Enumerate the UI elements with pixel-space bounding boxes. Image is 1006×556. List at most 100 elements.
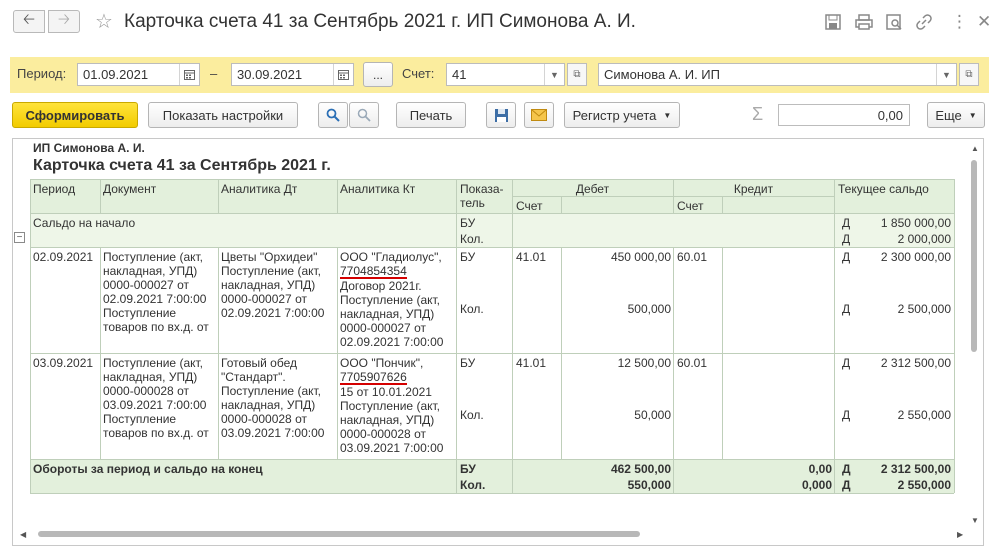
- balance-value: 2 312 500,00: [880, 356, 951, 370]
- sum-icon: Σ: [752, 104, 764, 124]
- indicator: Кол.: [460, 408, 484, 422]
- credit-account: 60.01: [677, 250, 708, 264]
- register-dropdown-button[interactable]: Регистр учета ▼: [564, 102, 680, 128]
- balance-side: Д: [842, 250, 851, 264]
- debit-quantity: 50,000: [634, 408, 671, 422]
- date-to-field[interactable]: 30.09.2021: [231, 63, 354, 86]
- print-button[interactable]: Печать: [396, 102, 466, 128]
- floppy-disk-icon: [494, 108, 508, 122]
- organization-field[interactable]: Симонова А. И. ИП ▼: [598, 63, 957, 86]
- scroll-left-arrow-icon[interactable]: ◀: [20, 530, 26, 539]
- more-button[interactable]: Еще ▼: [927, 102, 985, 128]
- search-clear-icon: [357, 108, 371, 122]
- scroll-down-arrow-icon[interactable]: ▼: [971, 516, 979, 525]
- vertical-scrollbar[interactable]: [971, 160, 977, 352]
- open-account-button[interactable]: ⧉: [567, 63, 587, 86]
- balance-value: 2 550,000: [897, 408, 951, 422]
- indicator: БУ: [460, 250, 476, 264]
- star-icon[interactable]: ☆: [95, 9, 113, 34]
- indicator: БУ: [460, 462, 476, 476]
- horizontal-scrollbar[interactable]: [38, 531, 640, 537]
- save-report-button[interactable]: [486, 102, 516, 128]
- header-period: Период: [33, 182, 76, 196]
- preview-icon[interactable]: [885, 13, 903, 31]
- balance-side: Д: [842, 302, 851, 316]
- send-email-button[interactable]: [524, 102, 554, 128]
- row-document[interactable]: Поступление (акт, накладная, УПД) 0000-0…: [103, 250, 216, 334]
- search-button[interactable]: [318, 102, 348, 128]
- chevron-down-icon: ▼: [968, 110, 977, 120]
- indicator: БУ: [460, 216, 476, 230]
- debit-amount: 12 500,00: [617, 356, 671, 370]
- totals-label: Обороты за период и сальдо на конец: [33, 462, 263, 476]
- generate-button[interactable]: Сформировать: [12, 102, 138, 128]
- period-select-button[interactable]: ...: [363, 62, 393, 87]
- opening-balance-label: Сальдо на начало: [33, 216, 136, 230]
- row-date: 03.09.2021: [33, 356, 94, 370]
- balance-value: 2 300 000,00: [880, 250, 951, 264]
- calendar-icon[interactable]: [179, 64, 199, 85]
- debit-total-amount: 462 500,00: [610, 462, 671, 476]
- balance-value: 2 550,000: [897, 478, 951, 492]
- balance-value: 1 850 000,00: [880, 216, 951, 230]
- balance-side: Д: [842, 232, 851, 246]
- collapse-group-icon[interactable]: −: [14, 232, 25, 243]
- chevron-down-icon: ▼: [663, 110, 672, 120]
- calendar-icon[interactable]: [333, 64, 353, 85]
- envelope-icon: [531, 109, 547, 121]
- row-analytics-dt[interactable]: Готовый обед "Стандарт". Поступление (ак…: [221, 356, 334, 440]
- scroll-right-arrow-icon[interactable]: ▶: [957, 530, 963, 539]
- arrow-right-icon: 🡢: [57, 11, 71, 28]
- date-from-field[interactable]: 01.09.2021: [77, 63, 200, 86]
- row-analytics-dt[interactable]: Цветы "Орхидеи" Поступление (акт, наклад…: [221, 250, 334, 320]
- opening-balance-row: [30, 213, 954, 247]
- search-icon: [326, 108, 340, 122]
- debit-amount: 450 000,00: [610, 250, 671, 264]
- forward-button[interactable]: 🡢: [48, 10, 80, 33]
- debit-quantity: 500,000: [627, 302, 671, 316]
- row-analytics-kt[interactable]: ООО "Гладиолус", 7704854354 Договор 2021…: [340, 250, 454, 349]
- indicator: Кол.: [460, 478, 486, 492]
- indicator: Кол.: [460, 302, 484, 316]
- header-indicator: Показа- тель: [460, 182, 504, 210]
- account-field[interactable]: 41 ▼: [446, 63, 565, 86]
- header-credit-account: Счет: [677, 199, 704, 213]
- back-button[interactable]: 🡠: [13, 10, 45, 33]
- report-organization: ИП Симонова А. И.: [33, 141, 145, 155]
- debit-account: 41.01: [516, 250, 547, 264]
- row-document[interactable]: Поступление (акт, накладная, УПД) 0000-0…: [103, 356, 216, 440]
- close-icon[interactable]: ✕: [977, 12, 991, 32]
- credit-total-amount: 0,00: [808, 462, 832, 476]
- date-dash: –: [210, 66, 218, 81]
- show-settings-button[interactable]: Показать настройки: [148, 102, 298, 128]
- more-menu-icon[interactable]: ⋮: [951, 12, 968, 32]
- link-icon[interactable]: [915, 13, 933, 31]
- search-cancel-button[interactable]: [349, 102, 379, 128]
- header-current-balance: Текущее сальдо: [838, 182, 929, 196]
- report-title: Карточка счета 41 за Сентябрь 2021 г.: [33, 157, 331, 174]
- header-debit: Дебет: [575, 182, 610, 196]
- dropdown-arrow-icon[interactable]: ▼: [936, 64, 956, 85]
- inn-underlined: 7704854354: [340, 264, 407, 279]
- header-analytics-kt: Аналитика Кт: [340, 182, 416, 196]
- debit-account: 41.01: [516, 356, 547, 370]
- balance-value: 2 000,000: [897, 232, 951, 246]
- save-icon[interactable]: [824, 13, 842, 31]
- open-organization-button[interactable]: ⧉: [959, 63, 979, 86]
- row-analytics-kt[interactable]: ООО "Пончик", 7705907626 15 от 10.01.202…: [340, 356, 454, 455]
- credit-total-quantity: 0,000: [801, 478, 832, 492]
- balance-side: Д: [842, 356, 851, 370]
- window-title: Карточка счета 41 за Сентябрь 2021 г. ИП…: [124, 11, 636, 32]
- account-label: Счет:: [402, 66, 435, 81]
- balance-value: 2 312 500,00: [880, 462, 951, 476]
- balance-side: Д: [842, 408, 851, 422]
- balance-value: 2 500,000: [897, 302, 951, 316]
- header-debit-account: Счет: [516, 199, 543, 213]
- print-icon[interactable]: [855, 13, 873, 31]
- debit-total-quantity: 550,000: [627, 478, 671, 492]
- indicator: Кол.: [460, 232, 484, 246]
- scroll-up-arrow-icon[interactable]: ▲: [971, 144, 979, 153]
- balance-side: Д: [842, 216, 851, 230]
- arrow-left-icon: 🡠: [22, 11, 36, 28]
- dropdown-arrow-icon[interactable]: ▼: [544, 64, 564, 85]
